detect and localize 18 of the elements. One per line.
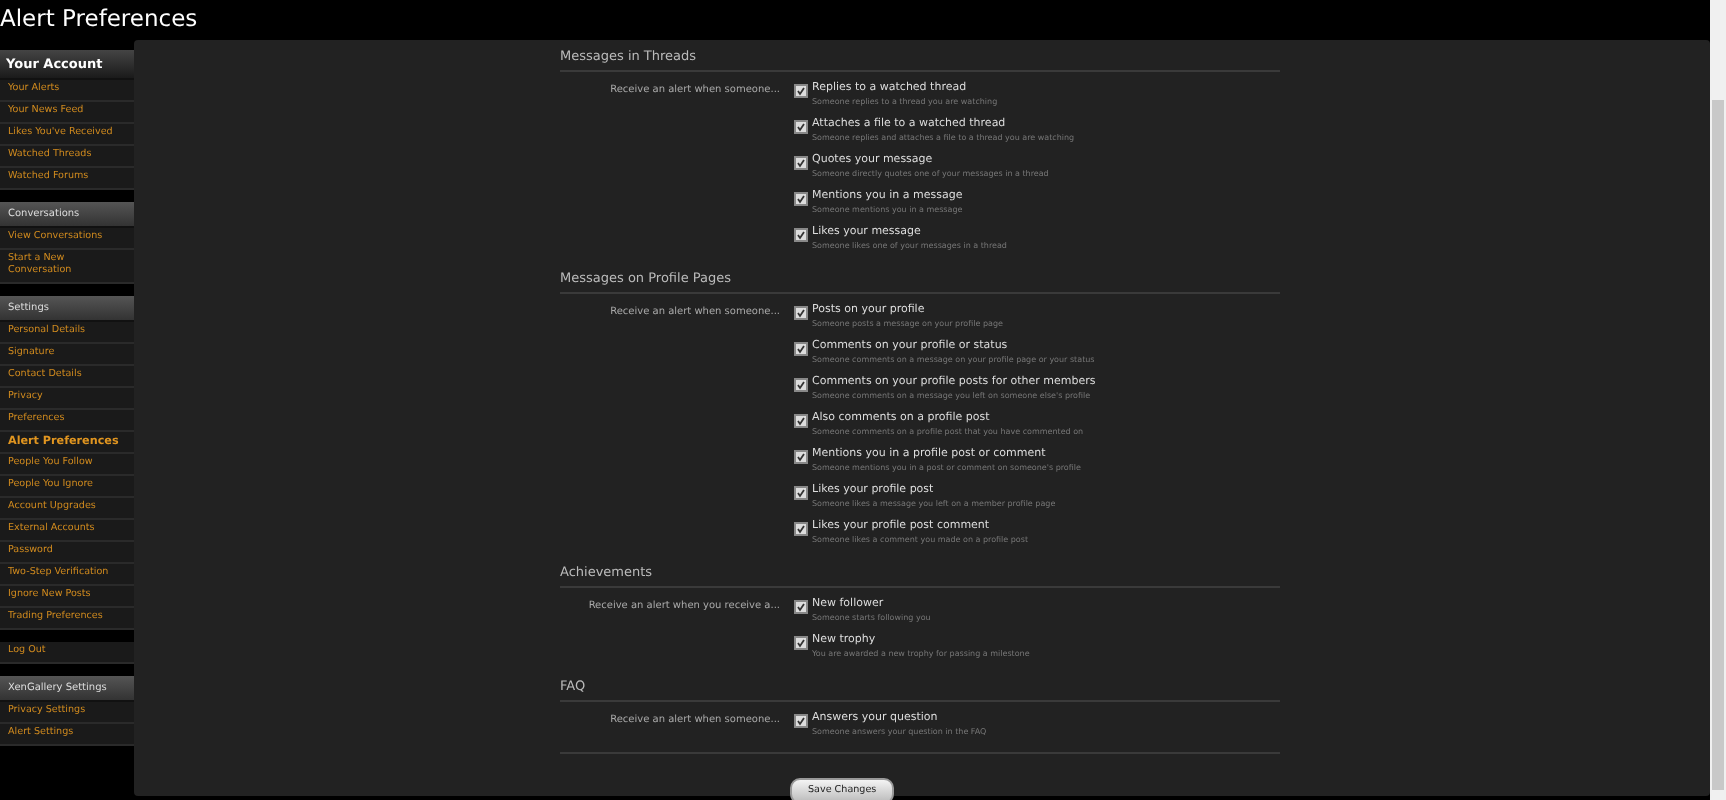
checkbox[interactable]	[794, 120, 808, 134]
scrollbar[interactable]	[1710, 0, 1726, 800]
checkbox[interactable]	[794, 636, 808, 650]
scrollbar-thumb[interactable]	[1712, 100, 1724, 790]
checkbox[interactable]	[794, 156, 808, 170]
checkbox[interactable]	[794, 600, 808, 614]
checkbox[interactable]	[794, 414, 808, 428]
checkbox[interactable]	[794, 84, 808, 98]
checkbox[interactable]	[794, 378, 808, 392]
checkbox[interactable]	[794, 450, 808, 464]
checkbox[interactable]	[794, 192, 808, 206]
checkbox[interactable]	[794, 486, 808, 500]
checkbox[interactable]	[794, 342, 808, 356]
checkbox[interactable]	[794, 306, 808, 320]
checkbox[interactable]	[794, 714, 808, 728]
checkbox[interactable]	[794, 522, 808, 536]
page-title: Alert Preferences	[0, 2, 200, 36]
checkbox[interactable]	[794, 228, 808, 242]
